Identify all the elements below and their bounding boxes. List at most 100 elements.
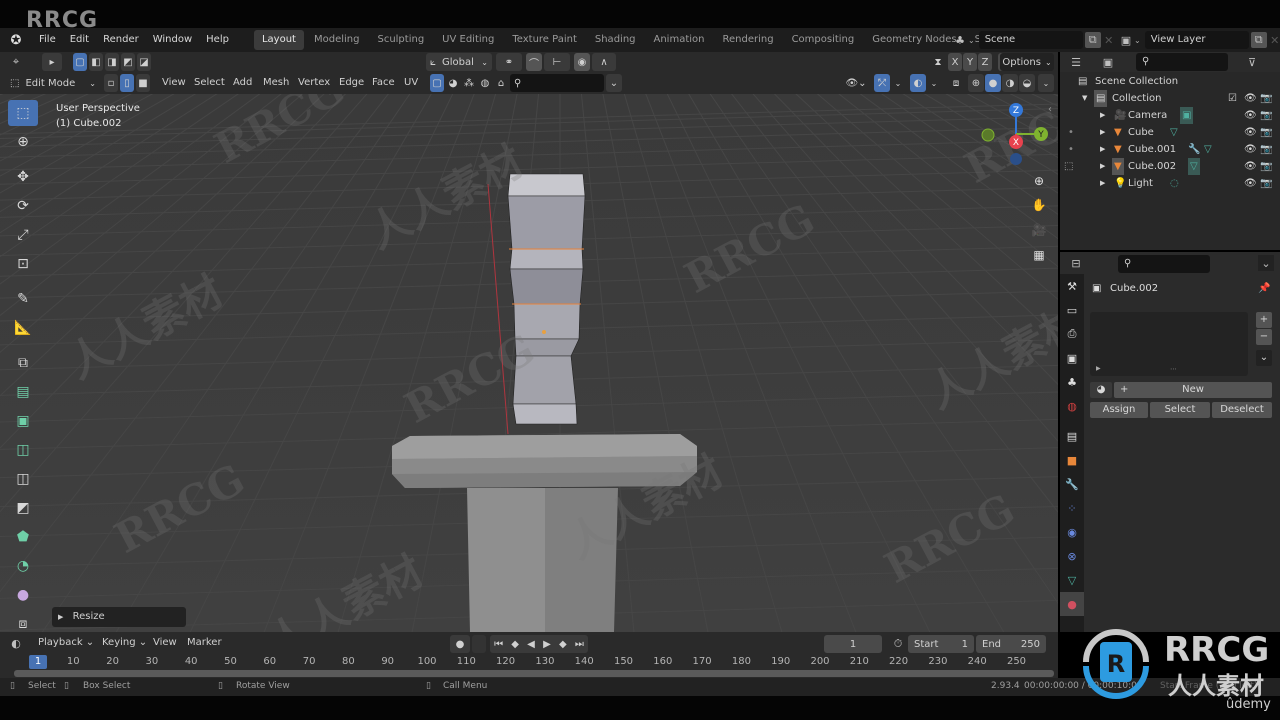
- render-tab-icon[interactable]: ▭: [1060, 298, 1084, 322]
- material-specials-button[interactable]: ⌄: [1256, 350, 1272, 366]
- tool-tab-icon[interactable]: ⚒: [1060, 274, 1084, 298]
- camera-view-icon[interactable]: 🎥: [1028, 219, 1050, 241]
- new-scene-icon[interactable]: ⧉: [1084, 32, 1101, 48]
- editor-type-icon[interactable]: ⌖: [8, 54, 24, 70]
- prev-keyframe-icon[interactable]: ◆: [511, 639, 519, 650]
- menu-playback[interactable]: Playback ⌄: [38, 632, 94, 654]
- spin-tool[interactable]: ◔: [8, 553, 38, 579]
- remove-material-slot-button[interactable]: −: [1256, 329, 1272, 345]
- menu-view[interactable]: View: [153, 632, 177, 654]
- blender-logo-icon[interactable]: ✪: [8, 32, 24, 48]
- menu-mesh[interactable]: Mesh: [263, 72, 289, 94]
- select-mode-subtract-icon[interactable]: ◨: [105, 53, 119, 71]
- tab-layout[interactable]: Layout: [253, 30, 304, 50]
- particles-icon[interactable]: ⁂: [462, 74, 476, 92]
- cube-mesh[interactable]: [392, 434, 697, 488]
- select-button[interactable]: Select: [1150, 402, 1210, 418]
- assign-button[interactable]: Assign: [1090, 402, 1148, 418]
- close-icon[interactable]: ✕: [1267, 32, 1280, 48]
- menu-edge[interactable]: Edge: [339, 72, 364, 94]
- menu-marker[interactable]: Marker: [187, 632, 222, 654]
- menu-keying[interactable]: Keying ⌄: [102, 632, 147, 654]
- material-slot-list[interactable]: ▶ ⋯: [1090, 312, 1248, 376]
- 3d-viewport[interactable]: RRCG 人人素材 RRCG 人人素材 RRCG 人人素材 RRCG 人人素材 …: [0, 94, 1058, 632]
- inset-tool[interactable]: ▣: [8, 408, 38, 434]
- tab-uv-editing[interactable]: UV Editing: [434, 30, 502, 50]
- vertex-select-mode[interactable]: ▫: [104, 74, 118, 92]
- play-reverse-icon[interactable]: ◀: [527, 639, 535, 650]
- expand-triangle-icon[interactable]: ▶: [1100, 175, 1105, 192]
- eye-icon[interactable]: 👁: [1244, 107, 1257, 124]
- close-icon[interactable]: ✕: [1101, 32, 1117, 48]
- visibility-dropdown[interactable]: 👁⌄: [842, 74, 870, 92]
- eye-icon[interactable]: 👁: [1244, 175, 1257, 192]
- camera-data-icon[interactable]: ▣: [1180, 107, 1194, 124]
- outliner-item-camera[interactable]: ▶ 🎥 Camera ▣ 👁 📷: [1060, 107, 1280, 124]
- expand-triangle-icon[interactable]: ▶: [1100, 124, 1105, 141]
- modifier-tab-icon[interactable]: 🔧: [1060, 472, 1084, 496]
- jump-start-icon[interactable]: ⏮: [494, 639, 503, 650]
- outliner-scene-collection[interactable]: ▤ Scene Collection: [1060, 73, 1280, 90]
- snap-toggle[interactable]: ⌒: [526, 53, 542, 71]
- tab-texture-paint[interactable]: Texture Paint: [504, 30, 585, 50]
- tool-select-icon[interactable]: ▸: [42, 53, 62, 71]
- eye-icon[interactable]: 👁: [1244, 141, 1257, 158]
- mesh-data-icon[interactable]: ▽: [1188, 158, 1200, 175]
- select-mode-extend-icon[interactable]: ◧: [89, 53, 103, 71]
- auto-keying-toggle[interactable]: ●: [450, 635, 470, 653]
- add-material-slot-button[interactable]: +: [1256, 312, 1272, 328]
- select-mode-invert-icon[interactable]: ◩: [121, 53, 135, 71]
- navigation-gizmo[interactable]: Z Y X: [975, 100, 1055, 170]
- expand-triangle-icon[interactable]: ▶: [1096, 365, 1101, 372]
- tab-rendering[interactable]: Rendering: [714, 30, 781, 50]
- loop-cut-tool[interactable]: ◫: [8, 466, 38, 492]
- world-tab-icon[interactable]: ◍: [1060, 394, 1084, 418]
- outliner-item-cube[interactable]: • ▶ ▼ Cube ▽ 👁 📷: [1060, 124, 1280, 141]
- edge-select-mode[interactable]: ▯: [120, 74, 134, 92]
- brush-icon[interactable]: ⌂: [494, 74, 508, 92]
- knife-tool[interactable]: ◩: [8, 495, 38, 521]
- camera-render-icon[interactable]: 📷: [1260, 124, 1272, 141]
- xray-toggle[interactable]: ⧈: [948, 74, 964, 92]
- orthographic-toggle-icon[interactable]: ▦: [1028, 244, 1050, 266]
- add-cube-tool[interactable]: ⧉: [8, 350, 38, 376]
- transform-tool[interactable]: ⊡: [8, 251, 38, 277]
- select-mode-new-icon[interactable]: ▢: [73, 53, 87, 71]
- output-tab-icon[interactable]: ⎙: [1060, 322, 1084, 346]
- display-mode-icon[interactable]: ☰: [1068, 54, 1084, 70]
- mesh-data-icon[interactable]: ▽: [1170, 124, 1178, 141]
- tab-compositing[interactable]: Compositing: [784, 30, 863, 50]
- tab-modeling[interactable]: Modeling: [306, 30, 368, 50]
- outliner-item-cube-001[interactable]: • ▶ ▼ Cube.001 🔧 ▽ 👁 📷: [1060, 141, 1280, 158]
- zoom-view-icon[interactable]: ⊕: [1028, 170, 1050, 192]
- camera-render-icon[interactable]: 📷: [1260, 175, 1272, 192]
- menu-file[interactable]: File: [32, 28, 63, 52]
- scene-icon[interactable]: ♣: [952, 32, 968, 48]
- cube-001-mesh[interactable]: [467, 488, 618, 632]
- shear-tool[interactable]: ⧈: [8, 611, 38, 632]
- browse-material-button[interactable]: ◕: [1090, 382, 1112, 398]
- outliner-search-input[interactable]: ⚲: [1136, 53, 1228, 71]
- data-tab-icon[interactable]: ▽: [1060, 568, 1084, 592]
- shading-wireframe[interactable]: ⊕: [968, 74, 984, 92]
- extrude-tool[interactable]: ▤: [8, 379, 38, 405]
- resize-handle-icon[interactable]: ⋯: [1170, 365, 1177, 373]
- shading-solid[interactable]: ●: [985, 74, 1001, 92]
- view-layer-icon[interactable]: ▣: [1118, 32, 1134, 48]
- gizmo-toggle[interactable]: ⤱: [874, 74, 890, 92]
- keying-set-dropdown[interactable]: [472, 635, 486, 653]
- editor-type-icon[interactable]: ⊟: [1068, 255, 1084, 271]
- poly-build-tool[interactable]: ⬟: [8, 524, 38, 550]
- filter-view-icon[interactable]: ▣: [1100, 54, 1116, 70]
- camera-render-icon[interactable]: 📷: [1260, 107, 1272, 124]
- overlay-toggle[interactable]: ◐: [910, 74, 926, 92]
- menu-add[interactable]: Add: [233, 72, 252, 94]
- menu-uv[interactable]: UV: [404, 72, 418, 94]
- next-keyframe-icon[interactable]: ◆: [559, 639, 567, 650]
- scale-tool[interactable]: ⤢: [8, 222, 38, 248]
- exclude-checkbox[interactable]: ☑: [1228, 90, 1237, 107]
- select-mode-intersect-icon[interactable]: ◪: [137, 53, 151, 71]
- eye-icon[interactable]: 👁: [1244, 90, 1257, 107]
- menu-render[interactable]: Render: [96, 28, 146, 52]
- tab-sculpting[interactable]: Sculpting: [369, 30, 432, 50]
